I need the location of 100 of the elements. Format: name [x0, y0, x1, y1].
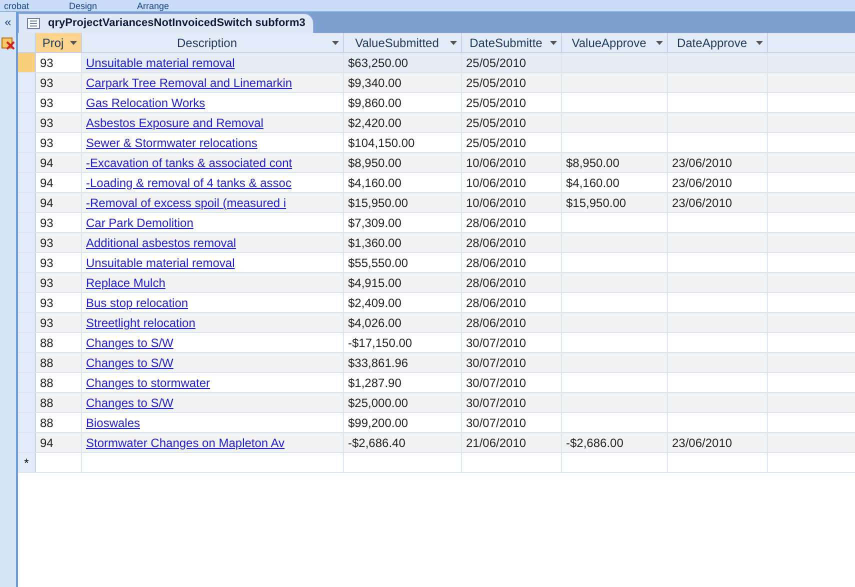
document-tab[interactable]: qryProjectVariancesNotInvoicedSwitch subform3 [18, 13, 314, 33]
row-selector[interactable] [18, 433, 36, 452]
table-cell: 30/07/2010 [462, 393, 562, 412]
table-cell: $7,309.00 [344, 213, 462, 232]
table-cell: 28/06/2010 [462, 253, 562, 272]
table-cell: 25/05/2010 [462, 113, 562, 132]
row-selector[interactable] [18, 133, 36, 152]
table-cell: 30/07/2010 [462, 373, 562, 392]
table-cell: $2,409.00 [344, 293, 462, 312]
table-cell: $9,860.00 [344, 93, 462, 112]
table-cell: $104,150.00 [344, 133, 462, 152]
table-cell: 30/07/2010 [462, 353, 562, 372]
table-cell: $99,200.00 [344, 413, 462, 432]
table-cell: 93 [36, 93, 82, 112]
row-selector[interactable] [18, 173, 36, 192]
row-selector[interactable] [18, 193, 36, 212]
description-link[interactable]: Carpark Tree Removal and Linemarkin [82, 73, 344, 92]
description-link[interactable]: Unsuitable material removal [82, 53, 344, 72]
table-cell: 28/06/2010 [462, 213, 562, 232]
column-header[interactable]: DateSubmitte [462, 33, 562, 52]
datasheet-icon [27, 18, 40, 29]
description-link[interactable]: Gas Relocation Works [82, 93, 344, 112]
row-selector[interactable] [18, 213, 36, 232]
description-link[interactable]: Changes to stormwater [82, 373, 344, 392]
description-link[interactable]: -Removal of excess spoil (measured i [82, 193, 344, 212]
description-link[interactable]: Changes to S/W [82, 333, 344, 352]
table-cell: 25/05/2010 [462, 133, 562, 152]
dropdown-caret-icon [450, 40, 457, 44]
table-cell: $4,026.00 [344, 313, 462, 332]
description-link[interactable]: Car Park Demolition [82, 213, 344, 232]
description-link[interactable]: Sewer & Stormwater relocations [82, 133, 344, 152]
table-cell: 93 [36, 113, 82, 132]
row-selector[interactable] [18, 113, 36, 132]
table-cell: 93 [36, 53, 82, 72]
row-selector[interactable] [18, 93, 36, 112]
row-selector[interactable] [18, 313, 36, 332]
row-selector[interactable] [18, 333, 36, 352]
row-selector[interactable] [18, 353, 36, 372]
row-selector[interactable] [18, 413, 36, 432]
row-selector[interactable] [18, 73, 36, 92]
table-cell: $2,420.00 [344, 113, 462, 132]
column-header[interactable]: ValueSubmitted [344, 33, 462, 52]
table-cell: 10/06/2010 [462, 153, 562, 172]
row-selector[interactable] [18, 253, 36, 272]
table-cell: 93 [36, 233, 82, 252]
table-cell: 88 [36, 353, 82, 372]
table-cell: 28/06/2010 [462, 313, 562, 332]
table-cell: 88 [36, 333, 82, 352]
column-header[interactable]: DateApprove [668, 33, 768, 52]
ribbon-tab[interactable]: Design [69, 1, 98, 11]
table-cell: 23/06/2010 [668, 193, 768, 212]
table-cell: 10/06/2010 [462, 193, 562, 212]
table-cell: 23/06/2010 [668, 433, 768, 452]
table-cell: 94 [36, 433, 82, 452]
description-link[interactable]: Bus stop relocation [82, 293, 344, 312]
table-cell: $15,950.00 [344, 193, 462, 212]
description-link[interactable]: -Loading & removal of 4 tanks & assoc [82, 173, 344, 192]
row-selector[interactable] [18, 393, 36, 412]
description-link[interactable]: Changes to S/W [82, 353, 344, 372]
column-header[interactable]: Description [82, 33, 344, 52]
row-selector[interactable] [18, 373, 36, 392]
description-link[interactable]: Stormwater Changes on Mapleton Av [82, 433, 344, 452]
description-link[interactable]: Unsuitable material removal [82, 253, 344, 272]
row-selector[interactable] [18, 293, 36, 312]
column-header[interactable]: Proj [36, 33, 82, 52]
row-selector[interactable] [18, 153, 36, 172]
table-cell: $8,950.00 [562, 153, 668, 172]
description-link[interactable]: Replace Mulch [82, 273, 344, 292]
row-selector[interactable] [18, 233, 36, 252]
description-link[interactable]: Changes to S/W [82, 393, 344, 412]
table-cell: $25,000.00 [344, 393, 462, 412]
table-cell: 93 [36, 293, 82, 312]
table-cell: 28/06/2010 [462, 293, 562, 312]
description-link[interactable]: Streetlight relocation [82, 313, 344, 332]
dropdown-caret-icon [656, 40, 663, 44]
table-cell: -$2,686.00 [562, 433, 668, 452]
ribbon-tab[interactable]: crobat [4, 1, 30, 11]
table-cell: 10/06/2010 [462, 173, 562, 192]
table-cell: $4,160.00 [344, 173, 462, 192]
table-cell: $4,160.00 [562, 173, 668, 192]
description-link[interactable]: -Excavation of tanks & associated cont [82, 153, 344, 172]
table-cell: 93 [36, 133, 82, 152]
column-header[interactable]: ValueApprove [562, 33, 668, 52]
table-cell: $8,950.00 [344, 153, 462, 172]
form-icon[interactable] [1, 36, 15, 50]
table-cell: $63,250.00 [344, 53, 462, 72]
description-link[interactable]: Asbestos Exposure and Removal [82, 113, 344, 132]
table-cell: -$17,150.00 [344, 333, 462, 352]
table-cell: 93 [36, 253, 82, 272]
description-link[interactable]: Bioswales [82, 413, 344, 432]
row-selector[interactable] [18, 273, 36, 292]
description-link[interactable]: Additional asbestos removal [82, 233, 344, 252]
ribbon-tab[interactable]: Arrange [137, 1, 170, 11]
table-cell: 25/05/2010 [462, 93, 562, 112]
table-cell: $9,340.00 [344, 73, 462, 92]
collapse-button[interactable]: « [4, 16, 12, 28]
dropdown-caret-icon [70, 40, 77, 44]
table-cell: 30/07/2010 [462, 413, 562, 432]
table-cell: 94 [36, 193, 82, 212]
table-cell: 28/06/2010 [462, 233, 562, 252]
